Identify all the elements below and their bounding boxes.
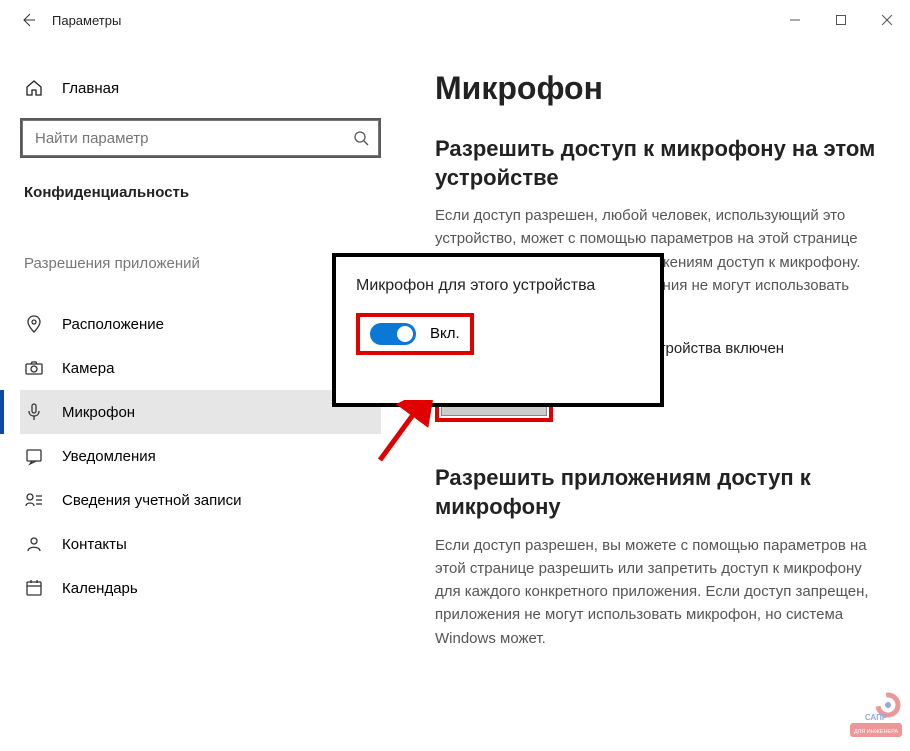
- sidebar-home[interactable]: Главная: [24, 78, 381, 98]
- sidebar-item-label: Календарь: [62, 580, 138, 597]
- minimize-button[interactable]: [772, 4, 818, 36]
- sidebar-item-camera[interactable]: Камера: [20, 346, 381, 390]
- mic-toggle[interactable]: [370, 323, 416, 345]
- sidebar-item-location[interactable]: Расположение: [20, 302, 381, 346]
- section2-title: Разрешить приложениям доступ к микрофону: [435, 464, 876, 521]
- close-button[interactable]: [864, 4, 910, 36]
- sidebar-item-label: Уведомления: [62, 448, 156, 465]
- search-icon: [353, 130, 369, 146]
- section2-desc: Если доступ разрешен, вы можете с помощь…: [435, 534, 876, 650]
- popup-title: Микрофон для этого устройства: [356, 275, 644, 297]
- search-input[interactable]: [22, 120, 379, 156]
- toggle-label: Вкл.: [430, 325, 460, 342]
- sidebar-item-label: Сведения учетной записи: [62, 492, 242, 509]
- notification-icon: [24, 446, 44, 466]
- sidebar-item-label: Контакты: [62, 536, 127, 553]
- minimize-icon: [789, 14, 801, 26]
- maximize-icon: [835, 14, 847, 26]
- toggle-highlight: Вкл.: [356, 313, 474, 355]
- contacts-icon: [24, 534, 44, 554]
- sidebar-item-account-info[interactable]: Сведения учетной записи: [20, 478, 381, 522]
- sidebar-item-contacts[interactable]: Контакты: [20, 522, 381, 566]
- watermark-logo: САПР ДЛЯ ИНЖЕНЕРА: [848, 689, 904, 745]
- mic-device-popup: Микрофон для этого устройства Вкл.: [332, 253, 664, 407]
- toggle-knob: [397, 326, 413, 342]
- account-icon: [24, 490, 44, 510]
- watermark-text1: САПР: [865, 713, 888, 722]
- calendar-icon: [24, 578, 44, 598]
- sidebar-item-microphone[interactable]: Микрофон: [20, 390, 381, 434]
- arrow-left-icon: [20, 12, 36, 28]
- back-button[interactable]: [12, 4, 44, 36]
- sidebar-home-label: Главная: [62, 80, 119, 97]
- sidebar-item-label: Расположение: [62, 316, 164, 333]
- section1-title: Разрешить доступ к микрофону на этом уст…: [435, 135, 876, 192]
- watermark-text2: ДЛЯ ИНЖЕНЕРА: [854, 729, 898, 735]
- sidebar-group-label: Разрешения приложений: [24, 255, 381, 272]
- sidebar-item-calendar[interactable]: Календарь: [20, 566, 381, 610]
- maximize-button[interactable]: [818, 4, 864, 36]
- close-icon: [881, 14, 893, 26]
- camera-icon: [24, 358, 44, 378]
- home-icon: [24, 78, 44, 98]
- page-title: Микрофон: [435, 70, 876, 107]
- search-wrap: [22, 120, 379, 156]
- microphone-icon: [24, 402, 44, 422]
- sidebar-item-label: Микрофон: [62, 404, 135, 421]
- sidebar-item-notifications[interactable]: Уведомления: [20, 434, 381, 478]
- location-icon: [24, 314, 44, 334]
- sidebar-section-title: Конфиденциальность: [24, 184, 381, 201]
- window-title: Параметры: [52, 13, 121, 28]
- titlebar: Параметры: [0, 0, 910, 40]
- sidebar-item-label: Камера: [62, 360, 114, 377]
